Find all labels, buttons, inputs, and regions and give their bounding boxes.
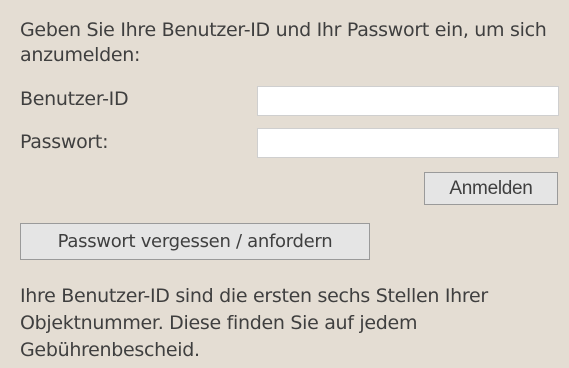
forgot-password-button[interactable]: Passwort vergessen / anfordern bbox=[20, 223, 370, 260]
login-instructions: Geben Sie Ihre Benutzer-ID und Ihr Passw… bbox=[20, 19, 547, 66]
user-id-input[interactable] bbox=[257, 86, 559, 116]
password-label: Passwort: bbox=[20, 131, 109, 153]
user-id-label: Benutzer-ID bbox=[20, 88, 129, 110]
login-button[interactable]: Anmelden bbox=[424, 172, 558, 205]
password-input[interactable] bbox=[257, 128, 559, 158]
user-id-help-text: Ihre Benutzer-ID sind die ersten sechs S… bbox=[20, 285, 488, 361]
